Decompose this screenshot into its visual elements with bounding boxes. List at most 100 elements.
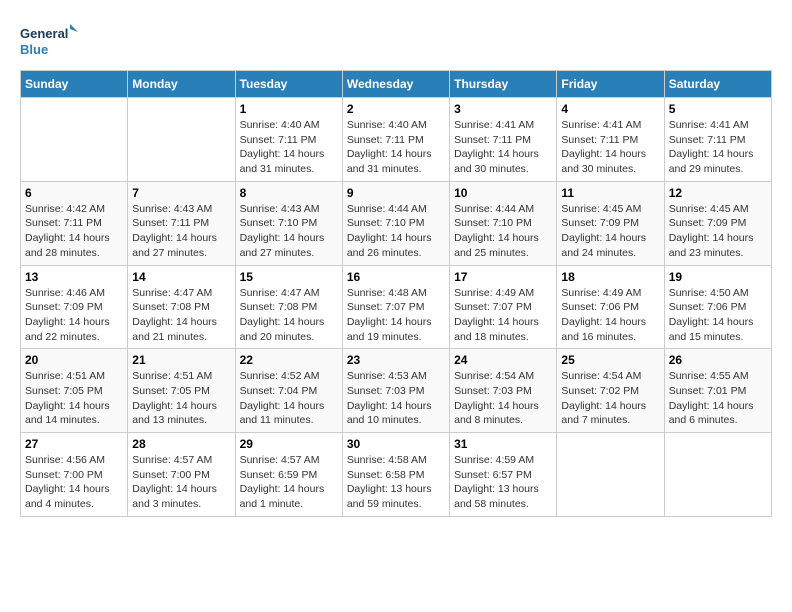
day-number: 5	[669, 102, 767, 116]
day-number: 13	[25, 270, 123, 284]
day-number: 14	[132, 270, 230, 284]
day-number: 18	[561, 270, 659, 284]
calendar-day-cell: 2 Sunrise: 4:40 AMSunset: 7:11 PMDaylight…	[342, 98, 449, 182]
calendar-week-row: 20Sunrise: 4:51 AMSunset: 7:05 PMDayligh…	[21, 349, 772, 433]
calendar-day-cell: 11 Sunrise: 4:45 AMSunset: 7:09 PMDayligh…	[557, 181, 664, 265]
day-number: 23	[347, 353, 445, 367]
day-number: 25	[561, 353, 659, 367]
calendar-day-cell	[128, 98, 235, 182]
calendar-day-cell: 21 Sunrise: 4:51 AMSunset: 7:05 PMDayligh…	[128, 349, 235, 433]
day-detail: Sunrise: 4:40 AMSunset: 7:11 PMDaylight:…	[240, 118, 338, 177]
day-number: 24	[454, 353, 552, 367]
calendar-day-cell: 18 Sunrise: 4:49 AMSunset: 7:06 PMDayligh…	[557, 265, 664, 349]
day-number: 17	[454, 270, 552, 284]
day-detail: Sunrise: 4:48 AMSunset: 7:07 PMDaylight:…	[347, 286, 445, 345]
calendar-day-cell: 25 Sunrise: 4:54 AMSunset: 7:02 PMDayligh…	[557, 349, 664, 433]
calendar-day-header: Thursday	[450, 71, 557, 98]
day-number: 26	[669, 353, 767, 367]
day-detail: Sunrise: 4:46 AMSunset: 7:09 PMDaylight:…	[25, 286, 123, 345]
calendar-day-cell: 20Sunrise: 4:51 AMSunset: 7:05 PMDayligh…	[21, 349, 128, 433]
calendar-week-row: 6Sunrise: 4:42 AMSunset: 7:11 PMDaylight…	[21, 181, 772, 265]
day-number: 1	[240, 102, 338, 116]
day-detail: Sunrise: 4:49 AMSunset: 7:07 PMDaylight:…	[454, 286, 552, 345]
day-number: 12	[669, 186, 767, 200]
calendar-day-cell: 14 Sunrise: 4:47 AMSunset: 7:08 PMDayligh…	[128, 265, 235, 349]
day-number: 3	[454, 102, 552, 116]
day-detail: Sunrise: 4:54 AMSunset: 7:02 PMDaylight:…	[561, 369, 659, 428]
calendar-week-row: 1 Sunrise: 4:40 AMSunset: 7:11 PMDaylight…	[21, 98, 772, 182]
calendar-day-cell: 17 Sunrise: 4:49 AMSunset: 7:07 PMDayligh…	[450, 265, 557, 349]
day-detail: Sunrise: 4:59 AMSunset: 6:57 PMDaylight:…	[454, 453, 552, 512]
day-number: 27	[25, 437, 123, 451]
day-detail: Sunrise: 4:47 AMSunset: 7:08 PMDaylight:…	[240, 286, 338, 345]
calendar-day-cell	[664, 433, 771, 517]
calendar-day-header: Wednesday	[342, 71, 449, 98]
calendar-day-cell: 10 Sunrise: 4:44 AMSunset: 7:10 PMDayligh…	[450, 181, 557, 265]
logo: General Blue	[20, 20, 80, 60]
calendar-day-cell: 22 Sunrise: 4:52 AMSunset: 7:04 PMDayligh…	[235, 349, 342, 433]
day-number: 21	[132, 353, 230, 367]
calendar-day-cell: 19Sunrise: 4:50 AMSunset: 7:06 PMDayligh…	[664, 265, 771, 349]
day-detail: Sunrise: 4:41 AMSunset: 7:11 PMDaylight:…	[454, 118, 552, 177]
day-number: 9	[347, 186, 445, 200]
day-number: 31	[454, 437, 552, 451]
day-detail: Sunrise: 4:44 AMSunset: 7:10 PMDaylight:…	[454, 202, 552, 261]
day-detail: Sunrise: 4:41 AMSunset: 7:11 PMDaylight:…	[669, 118, 767, 177]
calendar-table: SundayMondayTuesdayWednesdayThursdayFrid…	[20, 70, 772, 517]
calendar-week-row: 27 Sunrise: 4:56 AMSunset: 7:00 PMDayligh…	[21, 433, 772, 517]
day-detail: Sunrise: 4:52 AMSunset: 7:04 PMDaylight:…	[240, 369, 338, 428]
day-number: 28	[132, 437, 230, 451]
calendar-day-cell: 7 Sunrise: 4:43 AMSunset: 7:11 PMDaylight…	[128, 181, 235, 265]
calendar-day-cell: 13 Sunrise: 4:46 AMSunset: 7:09 PMDayligh…	[21, 265, 128, 349]
day-number: 16	[347, 270, 445, 284]
calendar-day-cell: 5 Sunrise: 4:41 AMSunset: 7:11 PMDaylight…	[664, 98, 771, 182]
calendar-day-cell: 12 Sunrise: 4:45 AMSunset: 7:09 PMDayligh…	[664, 181, 771, 265]
day-detail: Sunrise: 4:51 AMSunset: 7:05 PMDaylight:…	[132, 369, 230, 428]
day-detail: Sunrise: 4:49 AMSunset: 7:06 PMDaylight:…	[561, 286, 659, 345]
calendar-day-header: Sunday	[21, 71, 128, 98]
day-detail: Sunrise: 4:57 AMSunset: 6:59 PMDaylight:…	[240, 453, 338, 512]
day-number: 29	[240, 437, 338, 451]
day-detail: Sunrise: 4:45 AMSunset: 7:09 PMDaylight:…	[669, 202, 767, 261]
calendar-day-cell	[557, 433, 664, 517]
calendar-day-cell: 28Sunrise: 4:57 AMSunset: 7:00 PMDayligh…	[128, 433, 235, 517]
calendar-day-cell: 3 Sunrise: 4:41 AMSunset: 7:11 PMDaylight…	[450, 98, 557, 182]
calendar-day-cell: 15 Sunrise: 4:47 AMSunset: 7:08 PMDayligh…	[235, 265, 342, 349]
day-detail: Sunrise: 4:47 AMSunset: 7:08 PMDaylight:…	[132, 286, 230, 345]
calendar-day-cell: 26Sunrise: 4:55 AMSunset: 7:01 PMDayligh…	[664, 349, 771, 433]
day-detail: Sunrise: 4:40 AMSunset: 7:11 PMDaylight:…	[347, 118, 445, 177]
calendar-day-cell: 31 Sunrise: 4:59 AMSunset: 6:57 PMDayligh…	[450, 433, 557, 517]
calendar-day-cell: 8 Sunrise: 4:43 AMSunset: 7:10 PMDaylight…	[235, 181, 342, 265]
day-number: 7	[132, 186, 230, 200]
day-number: 8	[240, 186, 338, 200]
calendar-day-header: Tuesday	[235, 71, 342, 98]
day-number: 22	[240, 353, 338, 367]
calendar-day-header: Saturday	[664, 71, 771, 98]
day-detail: Sunrise: 4:43 AMSunset: 7:10 PMDaylight:…	[240, 202, 338, 261]
calendar-day-cell: 23 Sunrise: 4:53 AMSunset: 7:03 PMDayligh…	[342, 349, 449, 433]
calendar-day-cell: 6Sunrise: 4:42 AMSunset: 7:11 PMDaylight…	[21, 181, 128, 265]
svg-text:Blue: Blue	[20, 42, 48, 57]
day-detail: Sunrise: 4:51 AMSunset: 7:05 PMDaylight:…	[25, 369, 123, 428]
day-detail: Sunrise: 4:45 AMSunset: 7:09 PMDaylight:…	[561, 202, 659, 261]
day-number: 19	[669, 270, 767, 284]
day-detail: Sunrise: 4:42 AMSunset: 7:11 PMDaylight:…	[25, 202, 123, 261]
calendar-day-cell: 27 Sunrise: 4:56 AMSunset: 7:00 PMDayligh…	[21, 433, 128, 517]
day-number: 10	[454, 186, 552, 200]
calendar-header-row: SundayMondayTuesdayWednesdayThursdayFrid…	[21, 71, 772, 98]
day-detail: Sunrise: 4:43 AMSunset: 7:11 PMDaylight:…	[132, 202, 230, 261]
day-detail: Sunrise: 4:54 AMSunset: 7:03 PMDaylight:…	[454, 369, 552, 428]
calendar-day-cell: 16 Sunrise: 4:48 AMSunset: 7:07 PMDayligh…	[342, 265, 449, 349]
logo-svg: General Blue	[20, 20, 80, 60]
day-detail: Sunrise: 4:53 AMSunset: 7:03 PMDaylight:…	[347, 369, 445, 428]
calendar-day-cell: 24 Sunrise: 4:54 AMSunset: 7:03 PMDayligh…	[450, 349, 557, 433]
calendar-day-header: Monday	[128, 71, 235, 98]
day-detail: Sunrise: 4:56 AMSunset: 7:00 PMDaylight:…	[25, 453, 123, 512]
day-number: 11	[561, 186, 659, 200]
day-detail: Sunrise: 4:41 AMSunset: 7:11 PMDaylight:…	[561, 118, 659, 177]
day-number: 2	[347, 102, 445, 116]
calendar-day-cell: 9Sunrise: 4:44 AMSunset: 7:10 PMDaylight…	[342, 181, 449, 265]
day-number: 15	[240, 270, 338, 284]
calendar-day-cell: 1 Sunrise: 4:40 AMSunset: 7:11 PMDaylight…	[235, 98, 342, 182]
calendar-day-header: Friday	[557, 71, 664, 98]
